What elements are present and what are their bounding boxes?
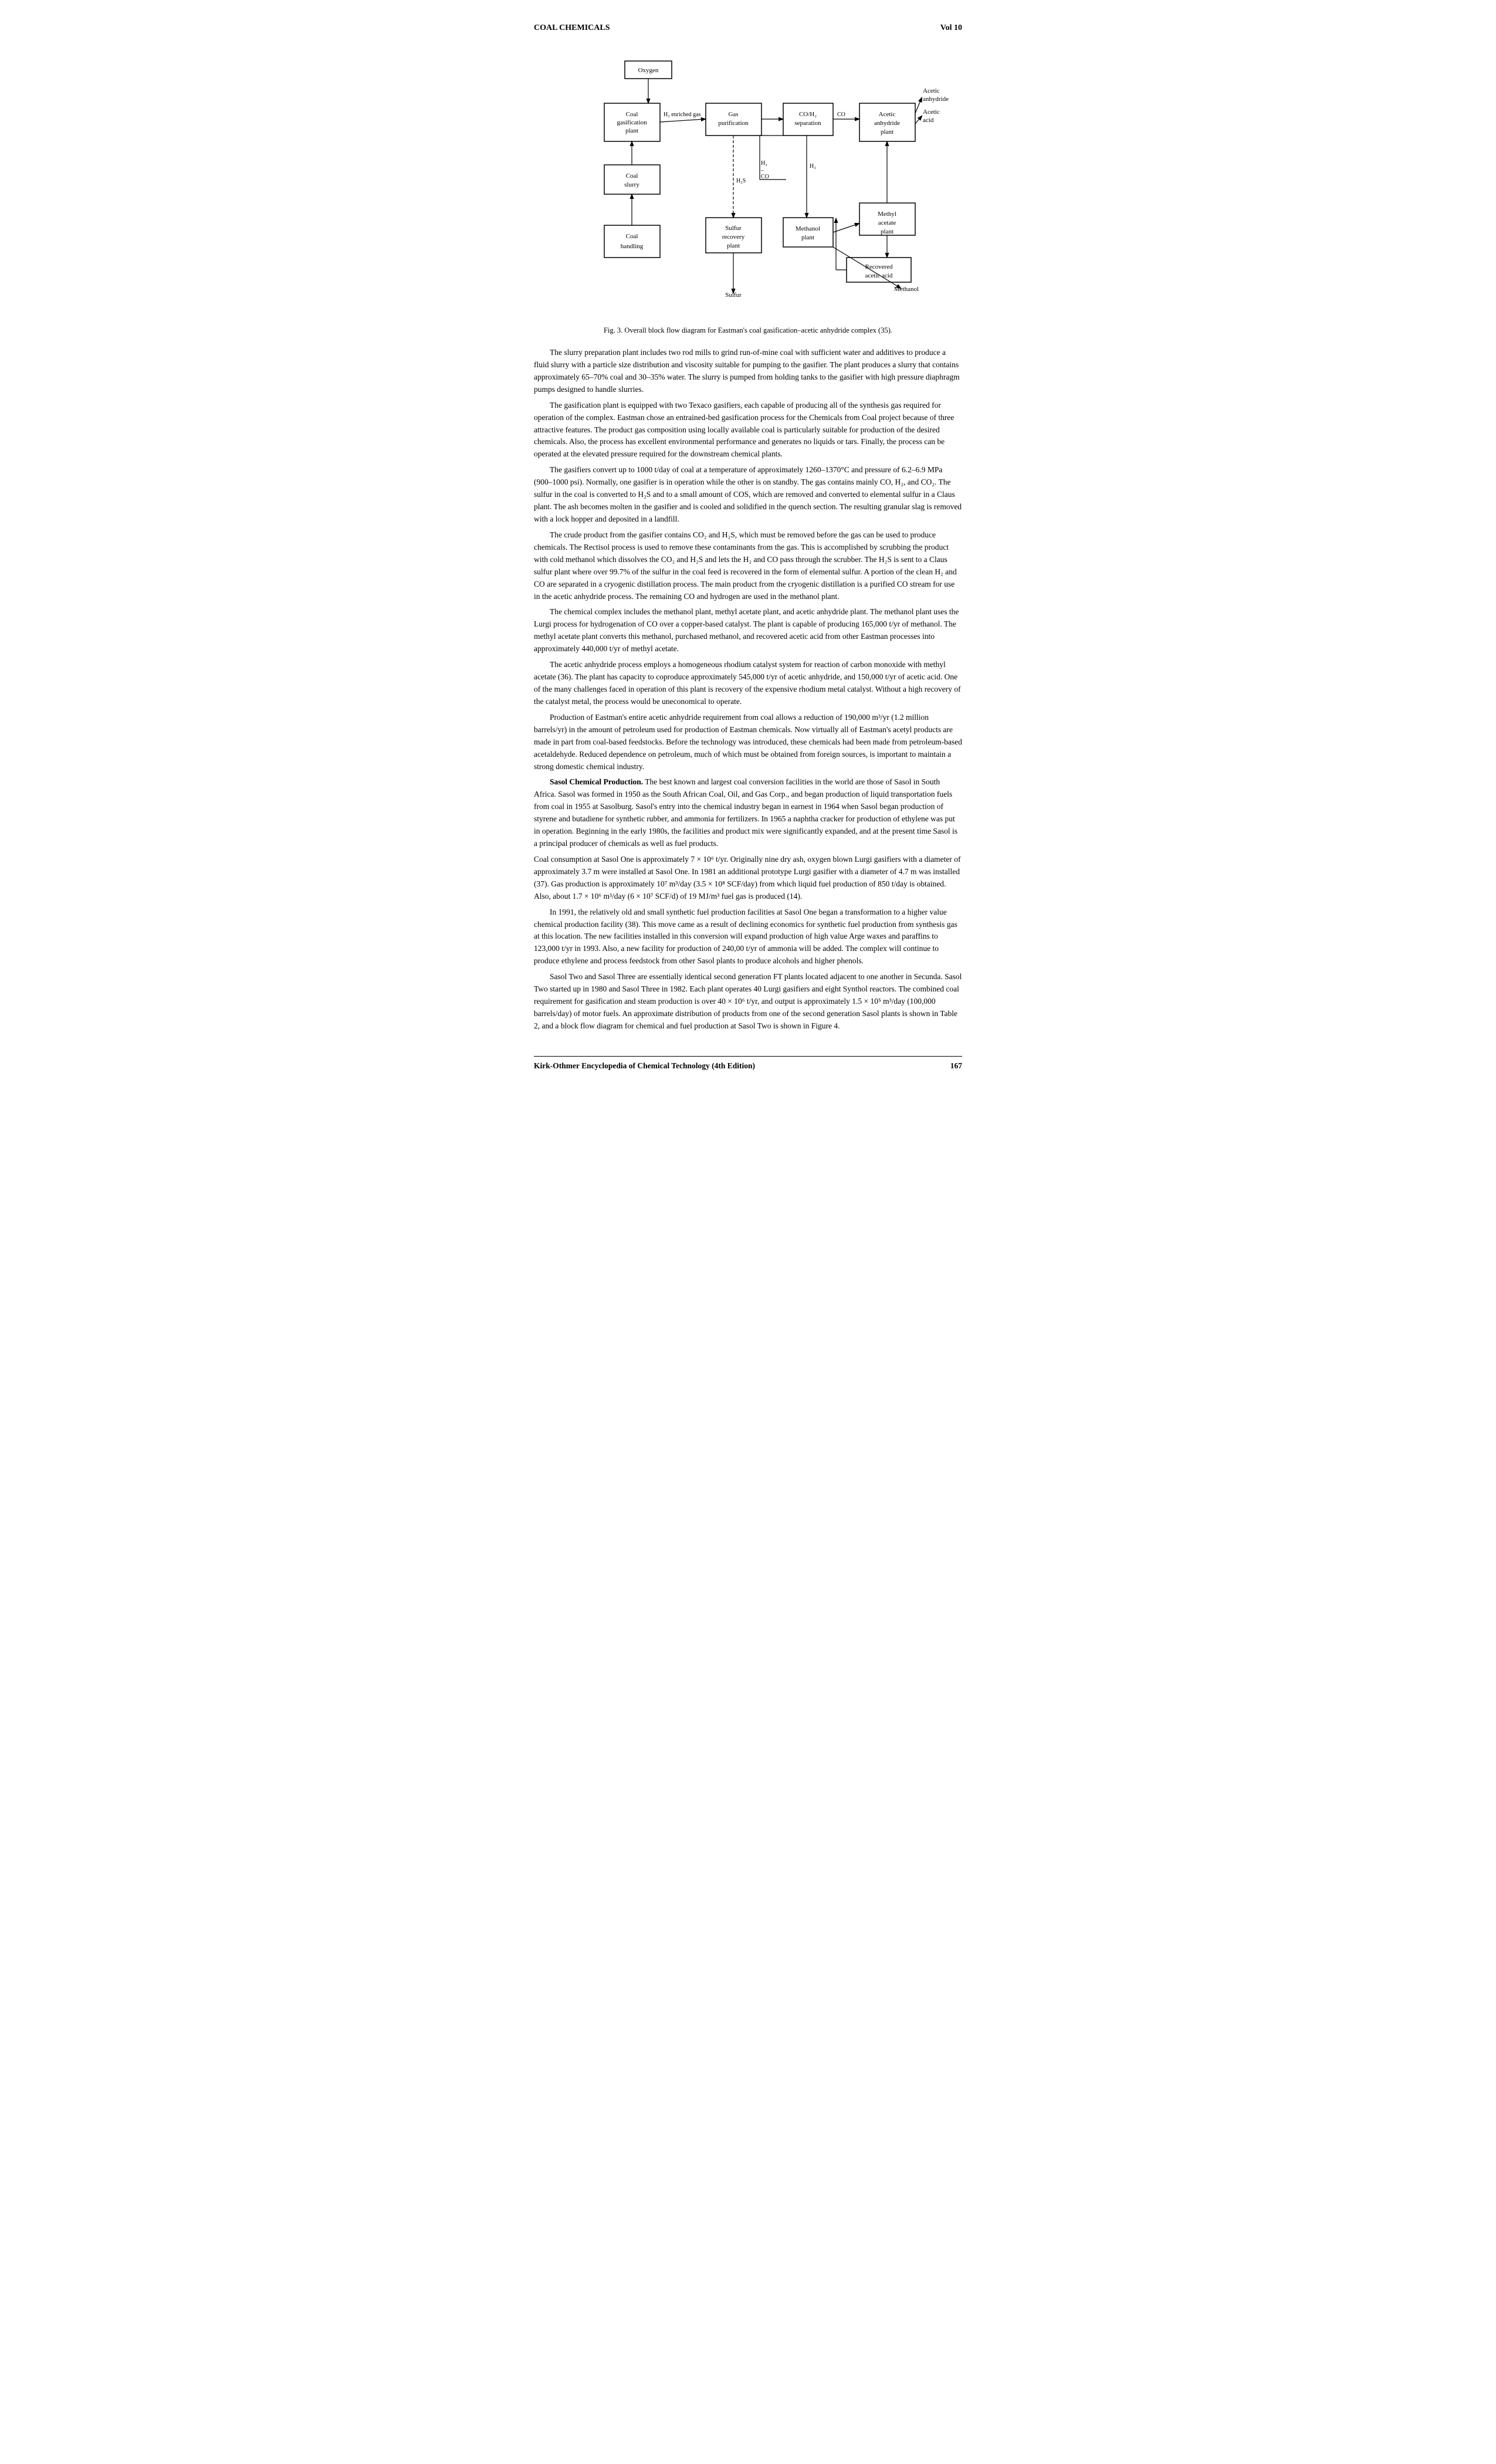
page-header: COAL CHEMICALS Vol 10: [534, 23, 962, 33]
header-volume: Vol 10: [940, 23, 962, 33]
svg-text:Coal: Coal: [626, 172, 638, 180]
svg-text:H₂: H₂: [810, 163, 816, 170]
svg-text:H₂S: H₂S: [736, 178, 746, 184]
svg-text:anhydride: anhydride: [923, 96, 949, 103]
svg-text:CO: CO: [761, 174, 769, 180]
svg-text:–: –: [760, 167, 764, 174]
svg-text:plant: plant: [625, 127, 638, 134]
diagram-svg: Oxygen Coal gasification plant Coal slur…: [549, 50, 947, 320]
svg-text:Methanol: Methanol: [796, 225, 820, 232]
svg-text:CO/H₂: CO/H₂: [799, 111, 817, 118]
svg-text:purification: purification: [718, 120, 749, 127]
svg-text:Acetic: Acetic: [879, 111, 896, 118]
svg-text:Coal: Coal: [626, 111, 638, 118]
header-title: COAL CHEMICALS: [534, 23, 610, 33]
svg-text:acetic acid: acetic acid: [865, 272, 893, 279]
svg-text:anhydride: anhydride: [874, 120, 900, 127]
flow-diagram-container: Oxygen Coal gasification plant Coal slur…: [534, 50, 962, 320]
svg-text:plant: plant: [881, 128, 893, 136]
footer-left: Kirk-Othmer Encyclopedia of Chemical Tec…: [534, 1061, 755, 1071]
svg-text:plant: plant: [881, 228, 893, 235]
svg-text:Gas: Gas: [728, 111, 738, 118]
flow-diagram: Oxygen Coal gasification plant Coal slur…: [549, 50, 947, 320]
svg-text:acid: acid: [923, 117, 934, 124]
svg-text:separation: separation: [794, 120, 821, 127]
page-footer: Kirk-Othmer Encyclopedia of Chemical Tec…: [534, 1056, 962, 1071]
body-text: The slurry preparation plant includes tw…: [534, 347, 962, 1033]
fig-caption: Fig. 3. Overall block flow diagram for E…: [534, 326, 962, 335]
svg-text:Methyl: Methyl: [878, 211, 896, 218]
svg-text:Acetic: Acetic: [923, 87, 940, 94]
svg-text:Sulfur: Sulfur: [725, 225, 742, 232]
svg-text:gasification: gasification: [617, 119, 647, 126]
svg-text:slurry: slurry: [624, 181, 639, 188]
svg-text:Acetic: Acetic: [923, 109, 940, 116]
svg-text:acetate: acetate: [878, 219, 896, 226]
svg-text:plant: plant: [801, 234, 814, 241]
svg-text:Oxygen: Oxygen: [638, 67, 659, 74]
svg-text:H₂: H₂: [761, 160, 767, 167]
svg-text:recovery: recovery: [722, 233, 745, 241]
svg-text:H₂ enriched gas: H₂ enriched gas: [664, 111, 701, 118]
svg-text:handling: handling: [621, 243, 644, 250]
svg-text:CO: CO: [837, 111, 845, 118]
svg-text:plant: plant: [727, 242, 740, 249]
footer-right: 167: [950, 1061, 962, 1071]
svg-text:Coal: Coal: [626, 233, 638, 240]
